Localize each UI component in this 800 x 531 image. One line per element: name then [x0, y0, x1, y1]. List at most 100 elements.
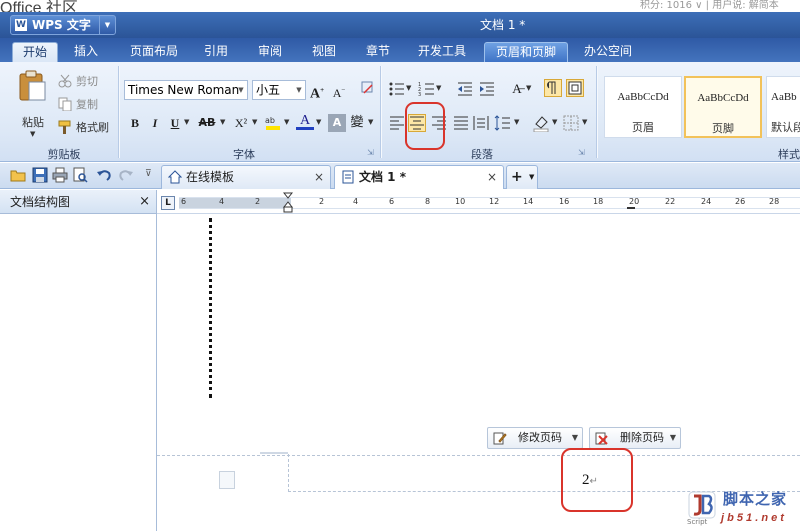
print-preview-icon[interactable]	[72, 167, 88, 183]
ruler-number: 14	[523, 197, 534, 206]
tab-page-layout[interactable]: 页面布局	[122, 42, 186, 62]
tab-stop-marker[interactable]	[627, 207, 635, 209]
distribute-icon[interactable]	[472, 114, 490, 132]
edit-page-number-label: 修改页码	[518, 431, 562, 444]
phonetic-guide-icon[interactable]: 變	[348, 114, 366, 132]
underline-button[interactable]: U	[166, 114, 184, 132]
highlight-ring	[405, 102, 445, 150]
tab-home[interactable]: 开始	[12, 42, 58, 62]
tab-developer[interactable]: 开发工具	[410, 42, 474, 62]
tab-stop-selector[interactable]: L	[161, 196, 175, 210]
chevron-down-icon[interactable]: ▼	[316, 118, 321, 126]
app-menu-button[interactable]: W WPS 文字 ▼	[10, 15, 116, 35]
chevron-down-icon[interactable]: ▼	[406, 84, 411, 92]
style-header[interactable]: AaBbCcDd 页眉	[604, 76, 682, 138]
borders-icon[interactable]	[562, 114, 580, 132]
ruler-number: 16	[559, 197, 570, 206]
highlight-icon[interactable]: ab	[264, 114, 282, 132]
paragraph-group-label: 段落	[471, 148, 493, 161]
style-default-paragraph[interactable]: AaBb 默认段	[766, 76, 800, 138]
document-area[interactable]: L 6 4 2 2 4 6 8 10 12 14 16 18 20 22 24 …	[157, 190, 800, 531]
panel-header: 文档结构图 ×	[0, 190, 156, 214]
italic-button[interactable]: I	[146, 114, 164, 132]
ruler-number: 8	[425, 197, 431, 206]
tab-view[interactable]: 视图	[304, 42, 344, 62]
font-size-select[interactable]: 小五 ▼	[252, 80, 306, 100]
grow-font-icon[interactable]: A+	[308, 81, 326, 102]
font-color-button[interactable]: A	[296, 112, 314, 130]
print-icon[interactable]	[52, 167, 68, 183]
doc-tab-document1[interactable]: 文档 1 * ×	[334, 165, 504, 189]
redo-icon[interactable]	[118, 167, 134, 183]
chevron-down-icon[interactable]: ▼	[252, 118, 257, 126]
tab-review[interactable]: 审阅	[250, 42, 290, 62]
app-menu-label: WPS 文字	[32, 18, 91, 32]
tab-references[interactable]: 引用	[196, 42, 236, 62]
ruler-number: 24	[701, 197, 712, 206]
chevron-down-icon[interactable]: ▼	[436, 84, 441, 92]
doc-tab-online-templates[interactable]: 在线模板 ×	[161, 165, 331, 189]
table-borders-icon[interactable]	[566, 79, 584, 97]
align-left-icon[interactable]	[388, 114, 406, 132]
footer-region[interactable]	[288, 454, 800, 492]
bold-button[interactable]: B	[126, 114, 144, 132]
watermark: Script 脚本之家 j b 5 1 . n e t	[685, 488, 800, 531]
paragraph-dialog-launcher-icon[interactable]: ⇲	[578, 148, 585, 157]
show-marks-icon[interactable]	[544, 79, 562, 97]
format-painter-button[interactable]: 格式刷	[58, 118, 114, 136]
close-icon[interactable]: ×	[139, 190, 150, 214]
font-family-select[interactable]: Times New Roman ▼	[124, 80, 248, 100]
shading-icon[interactable]	[532, 114, 550, 133]
decrease-indent-icon[interactable]	[456, 80, 474, 98]
chevron-down-icon[interactable]: ▼	[526, 84, 531, 92]
edit-page-number-button[interactable]: 修改页码 ▼	[487, 427, 583, 449]
close-icon[interactable]: ×	[487, 166, 497, 188]
font-dialog-launcher-icon[interactable]: ⇲	[367, 148, 374, 157]
ribbon: 粘贴 ▼ 剪切 复制 格式刷 剪贴板 Times New Roman ▼ 小五 …	[0, 62, 800, 162]
line-spacing-icon[interactable]	[494, 114, 512, 132]
chevron-down-icon[interactable]: ▼	[284, 118, 289, 126]
increase-indent-icon[interactable]	[478, 80, 496, 98]
text-direction-icon[interactable]: A̶	[508, 80, 526, 98]
delete-page-number-button[interactable]: 删除页码 ▼	[589, 427, 681, 449]
style-footer[interactable]: AaBbCcDd 页脚	[684, 76, 762, 138]
horizontal-ruler[interactable]: L 6 4 2 2 4 6 8 10 12 14 16 18 20 22 24 …	[157, 192, 800, 214]
tab-sections[interactable]: 章节	[358, 42, 398, 62]
cut-label: 剪切	[76, 75, 98, 88]
chevron-down-icon[interactable]: ▼	[99, 16, 115, 34]
close-icon[interactable]: ×	[314, 166, 324, 188]
clear-format-icon[interactable]	[358, 80, 376, 98]
copy-icon	[58, 97, 72, 111]
chevron-down-icon[interactable]: ▼	[368, 118, 373, 126]
ruler-margin	[179, 198, 291, 208]
indent-marker-icon[interactable]	[283, 192, 293, 214]
chevron-down-icon[interactable]: ▼	[552, 118, 557, 126]
document-title: 文档 1 *	[480, 18, 526, 32]
strikethrough-button[interactable]: AB	[196, 114, 218, 132]
cut-button[interactable]: 剪切	[58, 72, 110, 90]
copy-button[interactable]: 复制	[58, 95, 110, 113]
tab-office-space[interactable]: 办公空间	[576, 42, 640, 62]
chevron-down-icon[interactable]: ▼	[514, 118, 519, 126]
chevron-down-icon[interactable]: ▼	[184, 118, 189, 126]
new-tab-button[interactable]: + ▼	[506, 165, 538, 189]
chevron-down-icon[interactable]: ▼	[582, 118, 587, 126]
style-name: 页脚	[712, 122, 734, 135]
save-icon[interactable]	[32, 167, 48, 183]
tab-header-footer[interactable]: 页眉和页脚	[484, 42, 568, 62]
superscript-button[interactable]: X²	[230, 114, 252, 132]
open-folder-icon[interactable]	[10, 167, 26, 183]
undo-icon[interactable]	[96, 167, 112, 183]
shrink-font-icon[interactable]: A−	[330, 81, 348, 100]
font-size-value: 小五	[256, 83, 281, 97]
character-shading-icon[interactable]: A	[328, 114, 346, 132]
customize-toolbar-icon[interactable]: ⊽	[145, 169, 152, 179]
clipboard-icon	[19, 70, 46, 101]
chevron-down-icon[interactable]: ▼	[220, 118, 225, 126]
numbered-list-icon[interactable]: 123	[418, 80, 436, 98]
justify-icon[interactable]	[452, 114, 470, 132]
ruler-number: 6	[181, 197, 187, 206]
bullet-list-icon[interactable]	[388, 80, 406, 98]
paste-button[interactable]: 粘贴 ▼	[14, 68, 50, 140]
tab-insert[interactable]: 插入	[66, 42, 106, 62]
